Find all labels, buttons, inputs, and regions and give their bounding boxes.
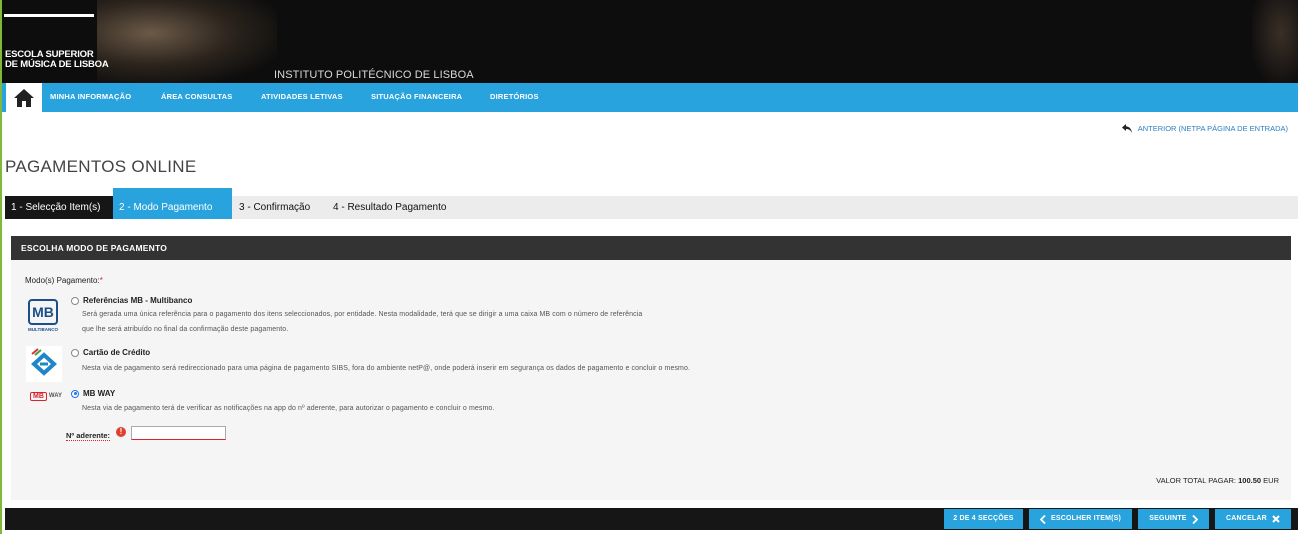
logo-bar	[4, 14, 94, 17]
mbway-logo-main: MB	[29, 391, 47, 401]
nav-minha-informacao[interactable]: MINHA INFORMAÇÃO	[50, 92, 131, 101]
option-multibanco-label: Referências MB - Multibanco	[83, 296, 193, 305]
adherent-number-input[interactable]	[131, 426, 226, 440]
radio-credit-card[interactable]	[71, 348, 79, 357]
section-counter: 2 DE 4 SECÇÕES	[944, 509, 1023, 529]
total-label: VALOR TOTAL PAGAR:	[1156, 476, 1237, 485]
school-logo[interactable]: ESCOLA SUPERIOR DE MÚSICA DE LISBOA	[5, 50, 109, 70]
step-confirmation: 3 - Confirmação	[239, 202, 311, 213]
option-mbway[interactable]: MB WAY	[71, 389, 115, 398]
previous-button[interactable]: ESCOLHER ITEM(S)	[1029, 509, 1132, 529]
option-mbway-desc: Nesta via de pagamento terá de verificar…	[82, 405, 495, 412]
payment-modes-label-text: Modo(s) Pagamento:	[25, 276, 100, 285]
multibanco-logo-main: MB	[28, 298, 58, 325]
step-payment-mode[interactable]: 2 - Modo Pagamento	[113, 188, 232, 219]
radio-mbway[interactable]	[71, 389, 79, 398]
warning-icon: !	[116, 427, 126, 437]
main-nav: MINHA INFORMAÇÃO ÁREA CONSULTAS ATIVIDAD…	[2, 83, 1298, 112]
radio-multibanco[interactable]	[71, 296, 79, 305]
wizard-steps: 1 - Selecção Item(s) 2 - Modo Pagamento …	[5, 188, 1298, 219]
required-mark: *	[99, 276, 103, 285]
multibanco-logo-sub: MULTIBANCO	[28, 326, 58, 332]
nav-diretorios[interactable]: DIRETÓRIOS	[490, 92, 539, 101]
back-link-label: ANTERIOR (NETPA PÁGINA DE ENTRADA)	[1137, 124, 1288, 133]
option-multibanco-desc-line2: que lhe será atribuído no final da confi…	[82, 326, 289, 333]
total-value: 100.50	[1238, 476, 1262, 485]
nav-situacao-financeira[interactable]: SITUAÇÃO FINANCEIRA	[371, 92, 462, 101]
close-icon	[1272, 515, 1280, 523]
sibs-card-icon	[26, 346, 62, 382]
next-button-label: SEGUINTE	[1149, 515, 1187, 522]
cancel-button-label: CANCELAR	[1226, 515, 1267, 522]
cancel-button[interactable]: CANCELAR	[1215, 509, 1291, 529]
step-payment-result: 4 - Resultado Pagamento	[333, 202, 447, 213]
previous-button-label: ESCOLHER ITEM(S)	[1050, 515, 1122, 522]
banner-photo-right	[1252, 0, 1298, 83]
option-credit-card[interactable]: Cartão de Crédito	[71, 348, 150, 357]
back-link[interactable]: ANTERIOR (NETPA PÁGINA DE ENTRADA)	[1121, 124, 1288, 133]
sibs-card-logo	[26, 346, 62, 382]
total-to-pay: VALOR TOTAL PAGAR: 100.50 EUR	[1156, 476, 1279, 485]
option-multibanco[interactable]: Referências MB - Multibanco	[71, 296, 192, 305]
home-icon	[14, 88, 34, 107]
institute-name: INSTITUTO POLITÉCNICO DE LISBOA	[274, 69, 474, 81]
total-currency: EUR	[1263, 476, 1279, 485]
mbway-logo-sub: WAY	[48, 393, 62, 399]
option-credit-card-desc: Nesta via de pagamento será redirecciona…	[82, 365, 691, 372]
nav-atividades-letivas[interactable]: ATIVIDADES LETIVAS	[261, 92, 343, 101]
page-title: PAGAMENTOS ONLINE	[5, 157, 197, 176]
nav-area-consultas[interactable]: ÁREA CONSULTAS	[161, 92, 232, 101]
wizard-footer: 2 DE 4 SECÇÕES ESCOLHER ITEM(S) SEGUINTE…	[5, 508, 1298, 530]
header-banner: ESCOLA SUPERIOR DE MÚSICA DE LISBOA INST…	[2, 0, 1298, 83]
adherent-number-label: Nº aderente:	[66, 431, 111, 441]
chevron-right-icon	[1192, 514, 1198, 524]
choir-photo	[97, 0, 277, 83]
option-multibanco-desc-line1: Será gerada uma única referência para o …	[82, 311, 643, 318]
section-counter-label: 2 DE 4 SECÇÕES	[953, 515, 1014, 522]
panel-title: ESCOLHA MODO DE PAGAMENTO	[11, 236, 1291, 260]
option-multibanco-desc: Será gerada uma única referência para o …	[82, 307, 642, 337]
step-selection-items[interactable]: 1 - Selecção Item(s)	[5, 196, 113, 219]
school-name-line2: DE MÚSICA DE LISBOA	[5, 59, 109, 70]
option-credit-card-label: Cartão de Crédito	[83, 348, 151, 357]
mbway-logo: MB WAY	[28, 388, 64, 404]
option-mbway-label: MB WAY	[83, 389, 116, 398]
home-button[interactable]	[6, 83, 42, 112]
back-arrow-icon	[1121, 124, 1132, 133]
payment-modes-label: Modo(s) Pagamento:*	[25, 276, 103, 285]
chevron-left-icon	[1039, 514, 1046, 524]
next-button[interactable]: SEGUINTE	[1138, 509, 1209, 529]
multibanco-logo: MB MULTIBANCO	[26, 294, 60, 336]
